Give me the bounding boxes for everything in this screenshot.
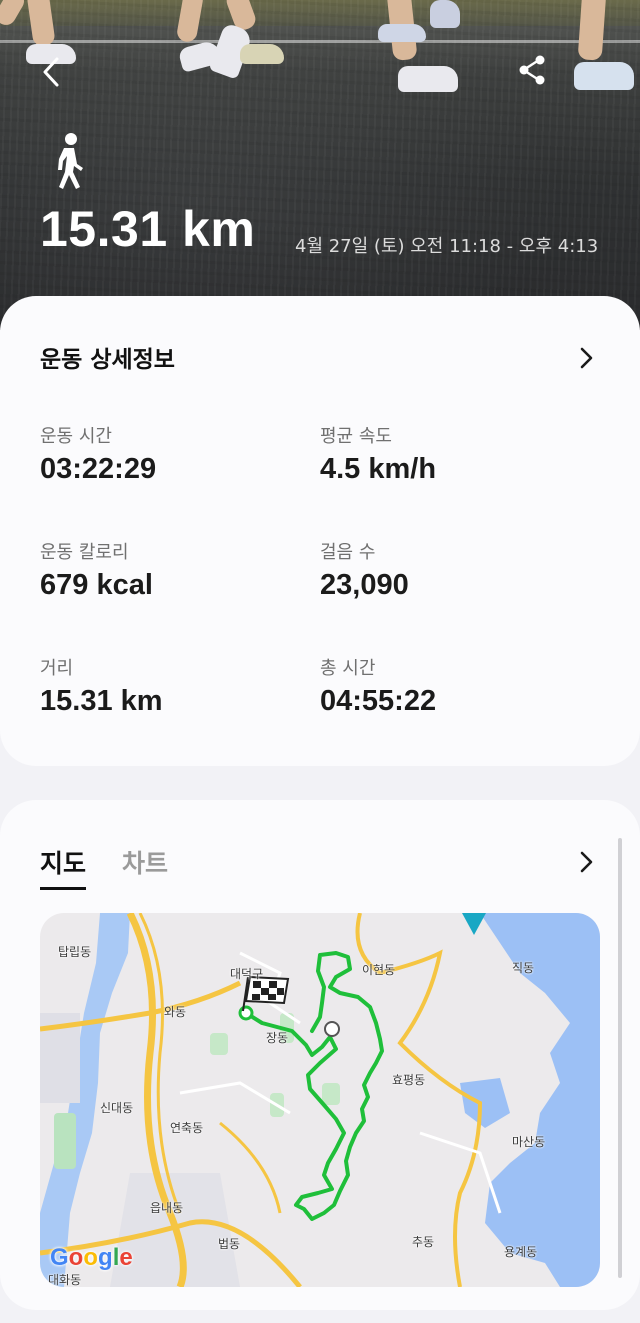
total-distance: 15.31 km	[40, 201, 256, 257]
map-label-place: 이현동	[362, 963, 396, 977]
map-label-place: 효평동	[392, 1073, 426, 1087]
stat-label-duration: 운동 시간	[40, 426, 112, 447]
map-label-place: 마산동	[512, 1135, 546, 1149]
stat-value-avg-speed: 4.5 km/h	[320, 453, 437, 485]
map-label-place: 법동	[218, 1237, 241, 1251]
share-button[interactable]	[508, 46, 556, 94]
back-button[interactable]	[28, 48, 76, 96]
tab-map[interactable]: 지도	[40, 844, 87, 890]
workout-date-range: 4월 27일 (토) 오전 11:18 - 오후 4:13	[295, 236, 599, 257]
google-logo: Google	[50, 1244, 133, 1271]
walking-person-icon	[58, 133, 83, 189]
share-icon	[519, 55, 545, 85]
map-label-place: 연축동	[170, 1121, 204, 1135]
stat-label-distance: 거리	[40, 658, 74, 679]
stat-label-avg-speed: 평균 속도	[320, 426, 392, 447]
chevron-right-icon[interactable]	[574, 346, 598, 370]
tab-chart[interactable]: 차트	[122, 844, 168, 880]
map-label-place: 추동	[412, 1235, 435, 1249]
map-label-place: 신대동	[100, 1101, 134, 1115]
map-chart-card: 지도 차트 탑립동 대덕구 와동 장동 이현동 직동 효평동 신대동 연축동 마…	[0, 800, 640, 1310]
stat-value-total-time: 04:55:22	[320, 685, 437, 717]
map-label-place: 탑립동	[58, 945, 92, 959]
map-label-place: 장동	[266, 1031, 289, 1045]
details-title: 운동 상세정보	[40, 347, 175, 373]
map-label-place: 대덕구	[230, 967, 264, 981]
stat-value-duration: 03:22:29	[40, 453, 157, 485]
workout-details-card: 운동 상세정보 운동 시간 03:22:29 평균 속도 4.5 km/h 운동…	[0, 296, 640, 766]
map-label-place: 직동	[512, 961, 535, 975]
stat-value-steps: 23,090	[320, 569, 409, 601]
stat-label-steps: 걸음 수	[320, 542, 376, 563]
map-label-place: 와동	[164, 1005, 187, 1019]
map-label-place: 읍내동	[150, 1201, 184, 1215]
map-label-place: 용계동	[504, 1245, 538, 1259]
scrollbar[interactable]	[618, 838, 622, 1278]
chevron-left-icon	[43, 57, 59, 87]
stat-value-calories: 679 kcal	[40, 569, 153, 601]
stat-value-distance: 15.31 km	[40, 685, 163, 717]
stat-label-calories: 운동 칼로리	[40, 542, 129, 563]
stat-label-total-time: 총 시간	[320, 658, 376, 679]
route-map[interactable]: 탑립동 대덕구 와동 장동 이현동 직동 효평동 신대동 연축동 마산동 읍내동…	[40, 913, 600, 1287]
map-label-place: 대화동	[48, 1273, 82, 1287]
chevron-right-icon[interactable]	[574, 850, 598, 874]
